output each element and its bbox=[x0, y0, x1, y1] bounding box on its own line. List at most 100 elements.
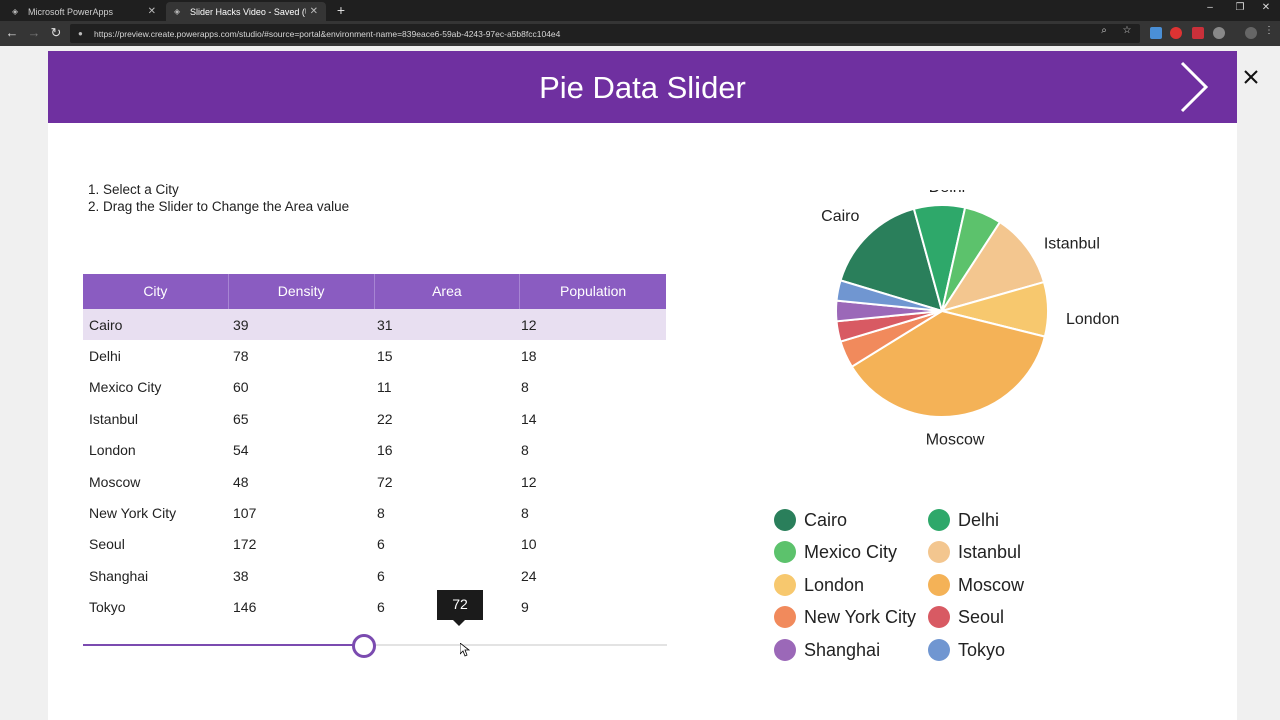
table-row[interactable]: Cairo 39 31 12 bbox=[83, 309, 666, 341]
cell-population: 10 bbox=[521, 536, 537, 553]
legend-label: London bbox=[804, 574, 865, 595]
cell-city: Tokyo bbox=[89, 599, 126, 616]
instruction-line: 2. Drag the Slider to Change the Area va… bbox=[88, 199, 350, 214]
cell-area: 15 bbox=[377, 348, 393, 365]
cell-density: 39 bbox=[233, 316, 249, 333]
area-slider[interactable] bbox=[83, 630, 667, 662]
cell-density: 78 bbox=[233, 348, 249, 365]
table-row[interactable]: London 54 16 8 bbox=[83, 435, 666, 466]
browser-tab-active[interactable]: ◈ Slider Hacks Video - Saved (Unpublishe… bbox=[166, 2, 326, 21]
close-tab-icon[interactable]: ✕ bbox=[310, 6, 318, 17]
cell-area: 72 bbox=[377, 473, 393, 490]
pie-slice-label: Cairo bbox=[821, 208, 859, 225]
close-icon[interactable] bbox=[1240, 66, 1262, 88]
legend-swatch bbox=[774, 541, 796, 563]
legend-swatch bbox=[928, 606, 950, 628]
table-body: Cairo 39 31 12 Delhi 78 15 18 Mexico City 60 11 8 Is… bbox=[83, 309, 666, 623]
window-close-icon[interactable]: ✕ bbox=[1256, 2, 1276, 13]
legend-label: New York City bbox=[804, 606, 917, 627]
cell-density: 107 bbox=[233, 505, 257, 522]
cell-city: London bbox=[89, 442, 136, 459]
browser-tab[interactable]: ◈ Microsoft PowerApps ✕ bbox=[4, 2, 164, 21]
extension-icon[interactable] bbox=[1150, 27, 1162, 39]
mouse-cursor-icon bbox=[460, 643, 470, 657]
table-row[interactable]: Moscow 48 72 12 bbox=[83, 466, 666, 497]
table-row[interactable]: Tokyo 146 6 9 bbox=[83, 592, 666, 623]
minimize-icon[interactable]: – bbox=[1200, 2, 1220, 13]
table-header: City Density Area Population bbox=[83, 274, 666, 309]
cell-area: 31 bbox=[377, 316, 393, 333]
legend-swatch bbox=[928, 639, 950, 661]
close-tab-icon[interactable]: ✕ bbox=[148, 6, 156, 17]
table-row[interactable]: Shanghai 38 6 24 bbox=[83, 560, 666, 591]
column-header-city: City bbox=[83, 274, 229, 309]
cell-population: 8 bbox=[521, 379, 529, 396]
legend-swatch bbox=[928, 541, 950, 563]
cell-city: Mexico City bbox=[89, 379, 162, 396]
cell-area: 6 bbox=[377, 567, 385, 584]
cell-density: 146 bbox=[233, 599, 257, 616]
cell-city: New York City bbox=[89, 505, 177, 522]
slider-value-tooltip: 72 bbox=[437, 590, 483, 620]
reload-icon[interactable]: ↻ bbox=[48, 25, 64, 41]
pie-chart: Cairo Delhi Istanbul London Moscow bbox=[821, 190, 1119, 449]
table-row[interactable]: Istanbul 65 22 14 bbox=[83, 403, 666, 434]
extension-icon[interactable] bbox=[1213, 27, 1225, 39]
address-bar[interactable]: ● https://preview.create.powerapps.com/s… bbox=[70, 24, 1140, 43]
restore-icon[interactable]: ❐ bbox=[1230, 2, 1250, 13]
legend-label: Delhi bbox=[958, 509, 1000, 530]
cell-population: 12 bbox=[521, 473, 537, 490]
cell-area: 16 bbox=[377, 442, 393, 459]
table-row[interactable]: Delhi 78 15 18 bbox=[83, 340, 666, 371]
pocket-extension-icon[interactable] bbox=[1192, 27, 1204, 39]
pie-slice-label: Istanbul bbox=[1044, 235, 1100, 252]
table-row[interactable]: Seoul 172 6 10 bbox=[83, 529, 666, 560]
powerapps-favicon-icon: ◈ bbox=[174, 6, 181, 16]
cell-area: 22 bbox=[377, 410, 393, 427]
legend-item: Tokyo bbox=[928, 636, 1005, 664]
cell-area: 8 bbox=[377, 505, 385, 522]
tab-title: Microsoft PowerApps bbox=[28, 6, 114, 17]
legend-label: Seoul bbox=[958, 606, 1005, 627]
instructions: 1. Select a City 2. Drag the Slider to C… bbox=[88, 181, 349, 215]
cell-population: 8 bbox=[521, 442, 529, 459]
pie-slice-label: Delhi bbox=[929, 190, 965, 196]
cell-population: 9 bbox=[521, 599, 529, 616]
table-row[interactable]: New York City 107 8 8 bbox=[83, 497, 666, 528]
instruction-line: 1. Select a City bbox=[88, 182, 179, 197]
cell-population: 12 bbox=[521, 316, 537, 333]
pinterest-extension-icon[interactable] bbox=[1170, 27, 1182, 39]
profile-avatar-icon[interactable] bbox=[1245, 27, 1257, 39]
column-header-density: Density bbox=[229, 274, 375, 309]
zoom-icon[interactable]: ⌕ bbox=[1097, 25, 1111, 36]
cell-city: Delhi bbox=[89, 348, 121, 365]
powerapps-favicon-icon: ◈ bbox=[12, 6, 19, 16]
legend-label: Istanbul bbox=[958, 541, 1022, 562]
back-icon[interactable]: ← bbox=[4, 25, 20, 41]
legend-item: Mexico City bbox=[774, 538, 897, 566]
legend-item: Cairo bbox=[774, 506, 847, 534]
chevron-right-icon[interactable] bbox=[1176, 59, 1212, 115]
forward-icon[interactable]: → bbox=[26, 25, 42, 41]
new-tab-icon[interactable]: + bbox=[333, 2, 349, 19]
cell-density: 38 bbox=[233, 567, 249, 584]
cell-city: Moscow bbox=[89, 473, 141, 490]
lock-icon: ● bbox=[78, 28, 83, 38]
cell-population: 14 bbox=[521, 410, 537, 427]
legend-item: Moscow bbox=[928, 571, 1024, 599]
legend-label: Mexico City bbox=[804, 541, 898, 562]
tooltip-pointer bbox=[452, 619, 466, 626]
legend-swatch bbox=[928, 509, 950, 531]
bookmark-star-icon[interactable]: ☆ bbox=[1120, 25, 1134, 36]
column-header-population: Population bbox=[560, 283, 627, 299]
slider-thumb[interactable] bbox=[352, 634, 376, 658]
legend-item: Delhi bbox=[928, 506, 999, 534]
cell-density: 172 bbox=[233, 536, 257, 553]
table-row[interactable]: Mexico City 60 11 8 bbox=[83, 372, 666, 403]
pie-slice-label: London bbox=[1066, 311, 1119, 328]
cell-population: 18 bbox=[521, 348, 537, 365]
legend-item: Seoul bbox=[928, 603, 1004, 631]
legend-item: Istanbul bbox=[928, 538, 1021, 566]
cell-area: 11 bbox=[377, 379, 392, 396]
browser-menu-icon[interactable]: ⋮ bbox=[1262, 25, 1276, 36]
